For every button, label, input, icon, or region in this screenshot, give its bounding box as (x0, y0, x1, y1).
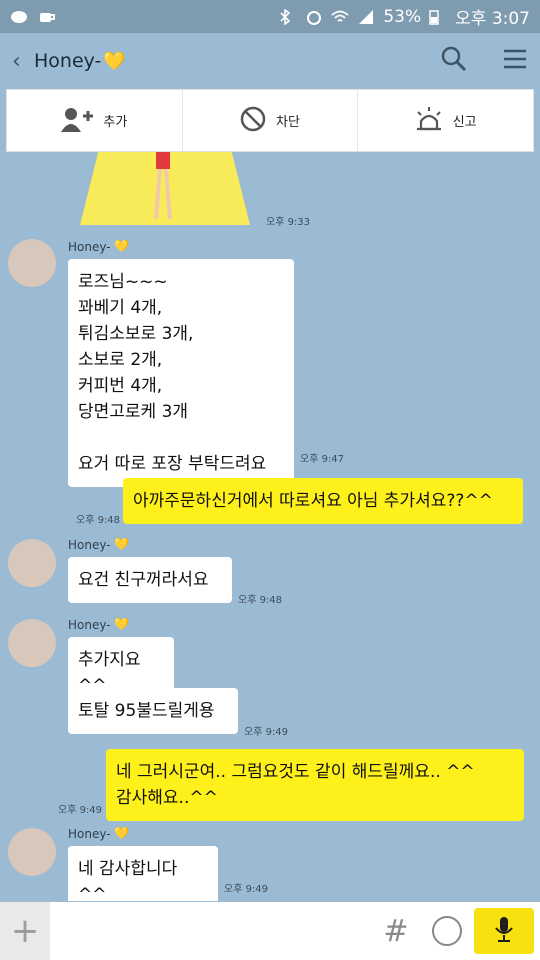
message-bubble[interactable]: 로즈님~~~ 꽈베기 4개, 튀김소보로 3개, 소보로 2개, 커피번 4개,… (68, 259, 294, 487)
message-time: 오후 9:49 (58, 805, 103, 816)
menu-icon[interactable] (502, 48, 528, 74)
sender-name: Honey- (68, 538, 111, 552)
friend-action-bar: 추가 차단 신고 (6, 89, 534, 152)
message-time: 오후 9:48 (238, 595, 283, 606)
message-input[interactable] (50, 902, 372, 960)
avatar[interactable] (8, 828, 56, 876)
chat-header: ‹ Honey- 💛 (0, 33, 540, 89)
avatar[interactable] (8, 239, 56, 287)
sender-name: Honey- (68, 827, 111, 841)
status-bar: 53% 오후 3:07 (0, 0, 540, 33)
hash-icon[interactable]: # (372, 914, 420, 949)
battery-icon (429, 9, 447, 25)
composer-bar: + # (0, 902, 540, 960)
heart-emoji: 💛 (114, 826, 129, 840)
search-icon[interactable] (440, 45, 468, 77)
message-time: 오후 9:33 (266, 217, 311, 228)
add-friend-button[interactable]: 추가 (7, 90, 183, 151)
report-label: 신고 (452, 115, 477, 130)
message-time: 오후 9:49 (244, 727, 289, 738)
wifi-icon (331, 9, 349, 25)
block-icon (240, 106, 266, 136)
block-label: 차단 (276, 115, 300, 130)
my-message-bubble[interactable]: 아까주문하신거에서 따로셔요 아님 추가셔요??^^ (123, 478, 523, 524)
sender-name: Honey- (68, 618, 111, 632)
message-bubble[interactable]: 네 감사합니다 ^^ (68, 846, 218, 901)
chat-title: Honey- (34, 50, 102, 72)
alarm-icon (305, 9, 323, 25)
siren-icon (415, 106, 443, 135)
heart-emoji: 💛 (114, 617, 129, 631)
bluetooth-icon (279, 7, 297, 26)
emoticon-icon[interactable] (432, 916, 462, 946)
heart-emoji: 💛 (103, 50, 126, 72)
add-user-icon (61, 106, 94, 136)
mic-button[interactable] (474, 908, 534, 954)
heart-emoji: 💛 (114, 239, 129, 253)
back-icon[interactable]: ‹ (12, 49, 30, 74)
cup-icon (38, 9, 56, 25)
heart-emoji: 💛 (114, 537, 129, 551)
message-time: 오후 9:49 (224, 884, 269, 895)
add-label: 추가 (103, 115, 128, 130)
message-time: 오후 9:48 (76, 515, 121, 526)
avatar[interactable] (8, 619, 56, 667)
battery-text: 53% (383, 6, 422, 27)
block-button[interactable]: 차단 (183, 90, 359, 151)
chat-area[interactable]: 오후 9:33 Honey- 💛 로즈님~~~ 꽈베기 4개, 튀김소보로 3개… (0, 89, 540, 901)
talk-icon (10, 9, 28, 25)
avatar[interactable] (8, 539, 56, 587)
signal-icon (357, 9, 375, 25)
message-bubble[interactable]: 토탈 95불드릴게용 (68, 688, 238, 734)
message-bubble[interactable]: 요건 친구꺼라서요 (68, 557, 232, 603)
mic-icon (493, 915, 515, 947)
sender-name: Honey- (68, 240, 111, 254)
clock: 오후 3:07 (455, 9, 530, 29)
message-time: 오후 9:47 (300, 454, 345, 465)
report-button[interactable]: 신고 (358, 90, 533, 151)
my-message-bubble[interactable]: 네 그러시군여.. 그럼요것도 같이 해드릴께요.. ^^ 감사해요..^^ (106, 749, 524, 821)
plus-icon[interactable]: + (0, 902, 50, 960)
